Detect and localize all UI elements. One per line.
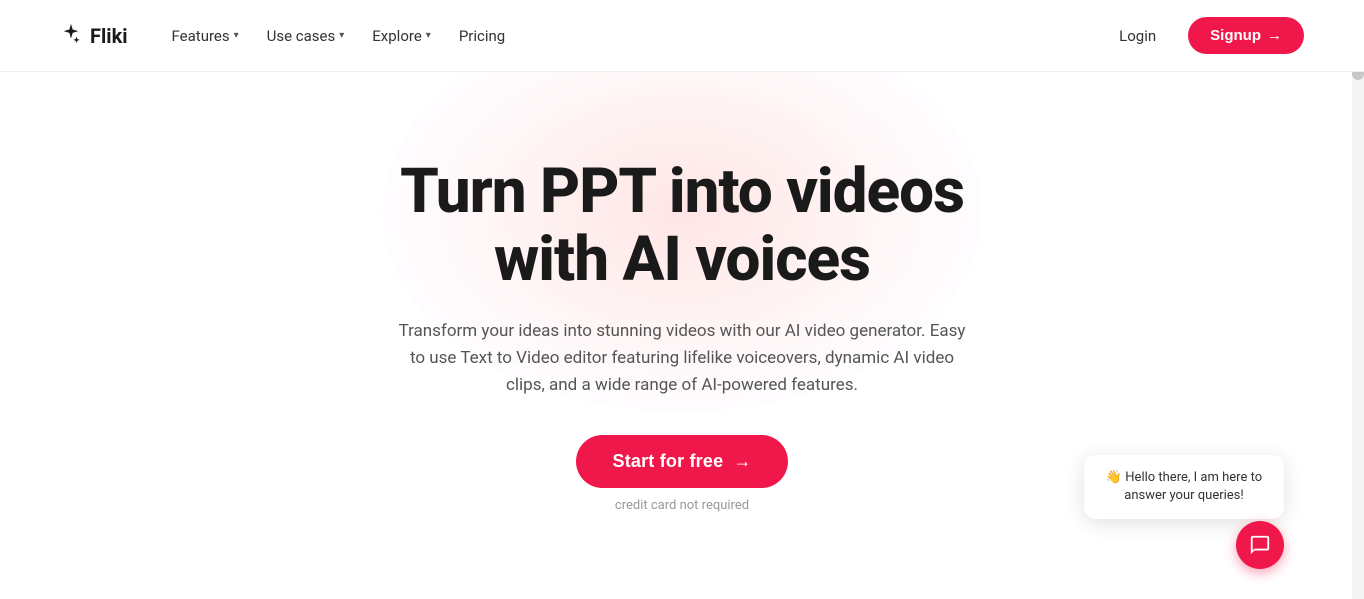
chat-bubble-text: 👋 Hello there, I am here to answer your … xyxy=(1106,470,1262,503)
start-btn-arrow: → xyxy=(733,451,751,472)
nav-links: Features ▾ Use cases ▾ Explore ▾ Pricing xyxy=(160,19,518,53)
use-cases-chevron: ▾ xyxy=(339,30,344,41)
navbar-right: Login Signup → xyxy=(1103,17,1304,54)
navbar-left: Fliki Features ▾ Use cases ▾ Explore ▾ P… xyxy=(60,19,517,53)
scrollbar[interactable] xyxy=(1352,0,1364,599)
cta-wrapper: Start for free → credit card not require… xyxy=(576,435,787,513)
brand-name: Fliki xyxy=(90,24,128,48)
nav-explore[interactable]: Explore ▾ xyxy=(360,19,443,53)
start-for-free-button[interactable]: Start for free → xyxy=(576,435,787,488)
navbar: Fliki Features ▾ Use cases ▾ Explore ▾ P… xyxy=(0,0,1364,72)
explore-label: Explore xyxy=(372,27,422,45)
hero-section: Turn PPT into videos with AI voices Tran… xyxy=(0,72,1364,599)
login-button[interactable]: Login xyxy=(1103,19,1172,53)
explore-chevron: ▾ xyxy=(426,30,431,41)
hero-subtitle: Transform your ideas into stunning video… xyxy=(392,318,972,400)
nav-pricing[interactable]: Pricing xyxy=(447,19,517,53)
credit-note: credit card not required xyxy=(615,498,749,513)
nav-features[interactable]: Features ▾ xyxy=(160,19,251,53)
chat-icon-button[interactable] xyxy=(1236,521,1284,569)
chat-bubble: 👋 Hello there, I am here to answer your … xyxy=(1084,455,1284,519)
hero-title-line2: with AI voices xyxy=(494,223,870,296)
hero-title: Turn PPT into videos with AI voices xyxy=(400,158,964,294)
signup-button[interactable]: Signup → xyxy=(1188,17,1304,54)
logo[interactable]: Fliki xyxy=(60,22,128,49)
pricing-label: Pricing xyxy=(459,27,505,45)
hero-title-line1: Turn PPT into videos xyxy=(400,155,964,228)
features-chevron: ▾ xyxy=(234,30,239,41)
start-btn-label: Start for free xyxy=(612,451,723,472)
signup-label: Signup xyxy=(1210,27,1261,44)
features-label: Features xyxy=(172,27,230,45)
use-cases-label: Use cases xyxy=(267,27,336,45)
logo-icon xyxy=(60,22,82,49)
nav-use-cases[interactable]: Use cases ▾ xyxy=(255,19,357,53)
chat-icon xyxy=(1249,534,1271,556)
signup-arrow: → xyxy=(1267,27,1282,44)
